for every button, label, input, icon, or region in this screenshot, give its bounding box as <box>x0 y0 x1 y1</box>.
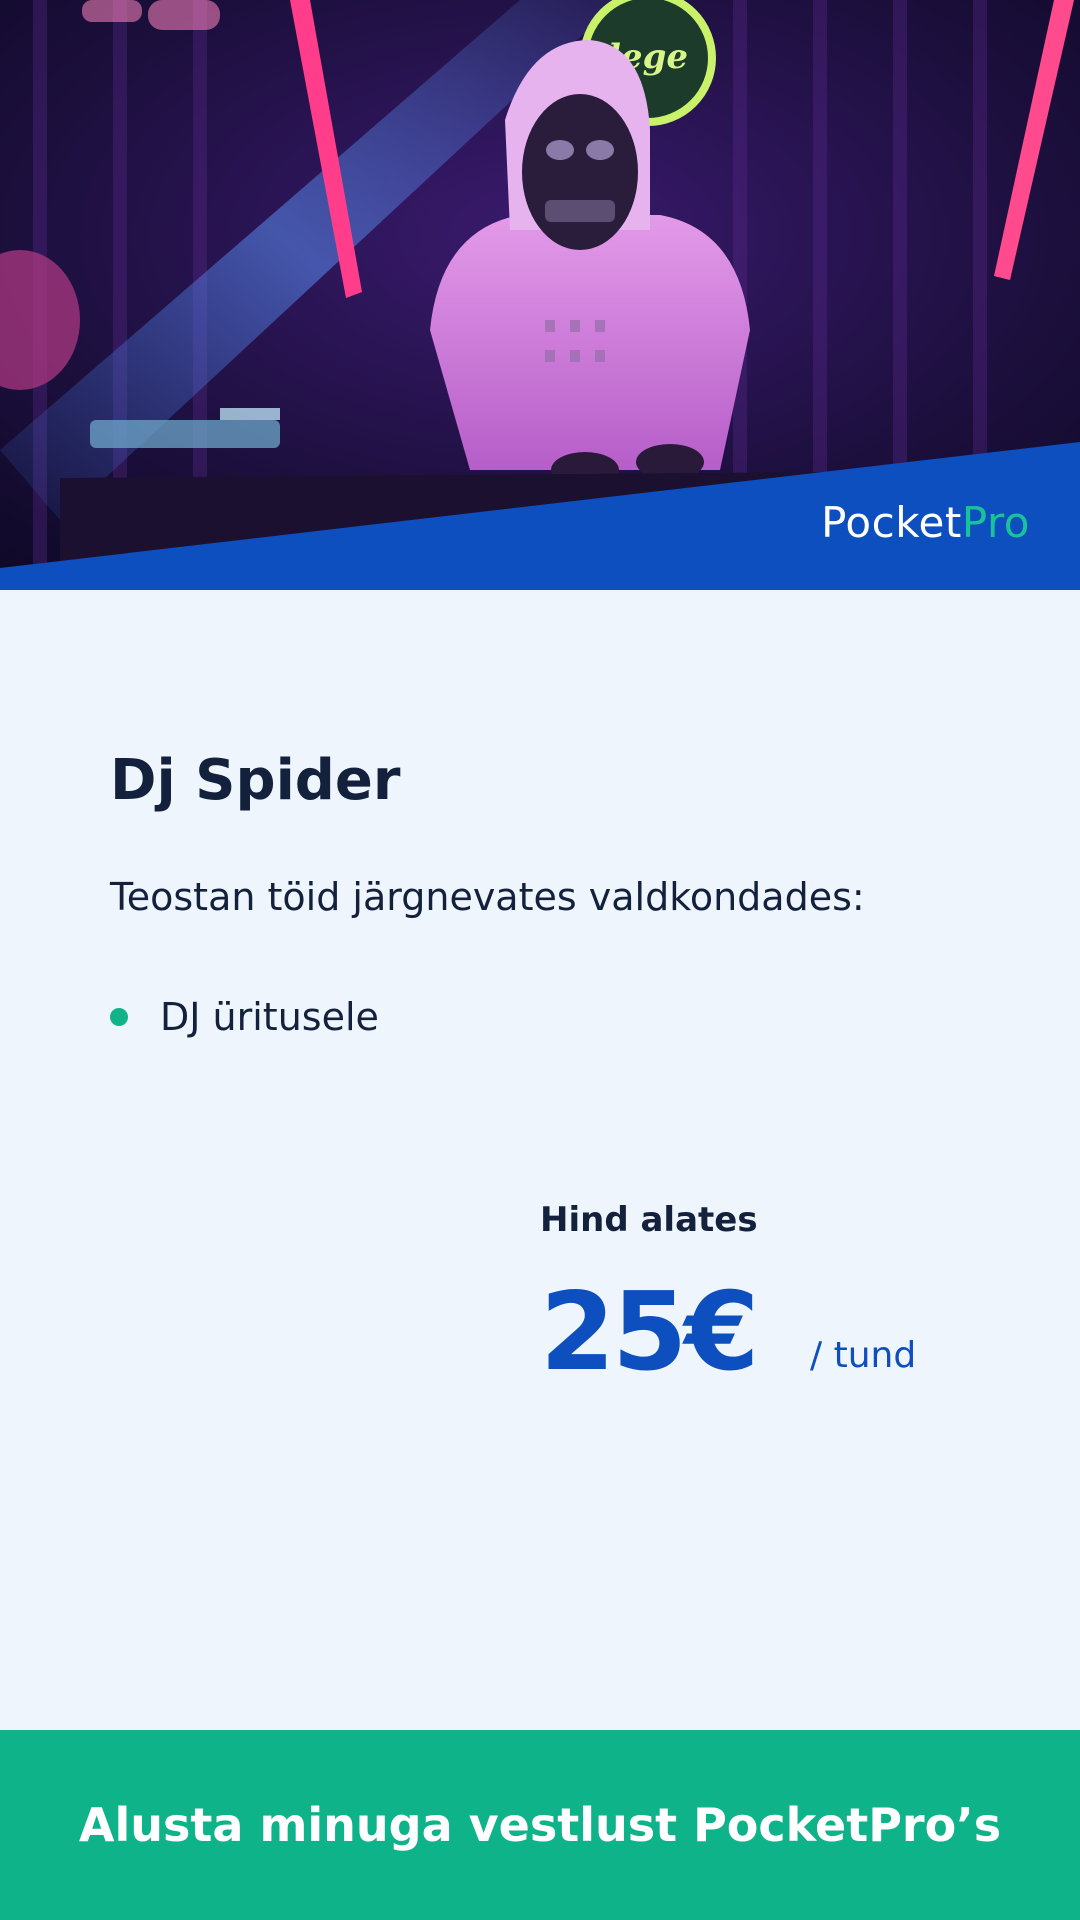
profile-name: Dj Spider <box>110 748 401 813</box>
hero-photo-section: lege PocketPro <box>0 0 1080 590</box>
pocketpro-logo: PocketPro <box>821 498 1030 547</box>
logo-main-text: Pocket <box>821 498 962 547</box>
price-label: Hind alates <box>540 1200 758 1240</box>
price-amount: 25€ <box>540 1270 759 1395</box>
bullet-dot-icon <box>110 1008 128 1026</box>
start-chat-button-label: Alusta minuga vestlust PocketPro’s <box>78 1798 1002 1852</box>
service-list-item: DJ üritusele <box>110 995 379 1039</box>
service-label: DJ üritusele <box>160 995 379 1039</box>
price-unit: / tund <box>810 1335 917 1376</box>
services-intro: Teostan töid järgnevates valdkondades: <box>110 875 865 919</box>
start-chat-button[interactable]: Alusta minuga vestlust PocketPro’s <box>0 1730 1080 1920</box>
logo-accent-text: Pro <box>961 498 1030 547</box>
